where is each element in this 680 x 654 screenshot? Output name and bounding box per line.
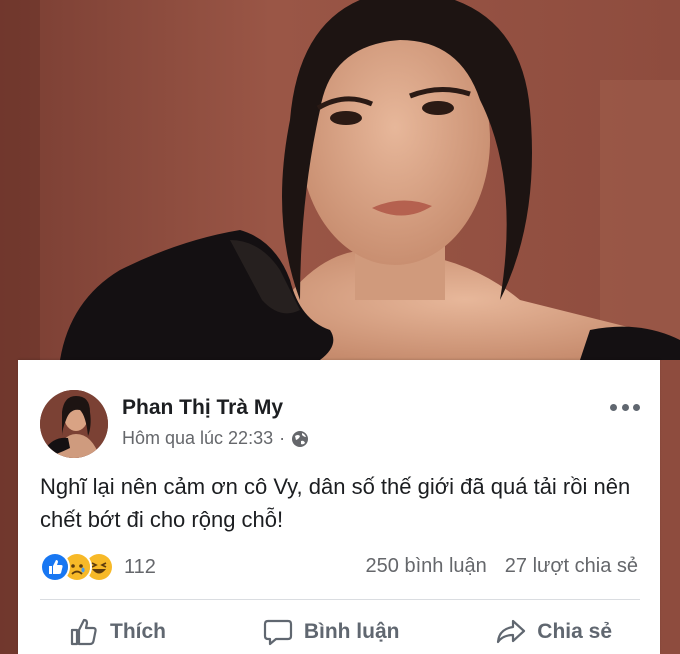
share-label: Chia sẻ [537, 620, 612, 643]
action-bar: Thích Bình luận Chia sẻ [40, 612, 640, 652]
globe-icon [292, 430, 309, 447]
like-button[interactable]: Thích [40, 616, 194, 648]
more-options-icon[interactable] [610, 402, 640, 412]
post-timestamp[interactable]: Hôm qua lúc 22:33 [122, 428, 273, 449]
divider [40, 599, 640, 600]
comment-label: Bình luận [303, 620, 400, 643]
reaction-summary[interactable]: 112 [40, 552, 156, 582]
comment-count[interactable]: 250 bình luận [366, 555, 487, 578]
meta-separator: · [279, 428, 286, 448]
like-icon [40, 552, 70, 582]
share-icon [497, 619, 526, 644]
author-name[interactable]: Phan Thị Trà My [122, 396, 283, 420]
comment-button[interactable]: Bình luận [234, 616, 428, 648]
post-stats: 250 bình luận 27 lượt chia sẻ [366, 555, 638, 578]
share-button[interactable]: Chia sẻ [467, 616, 640, 648]
avatar[interactable] [40, 390, 108, 458]
post-meta: Hôm qua lúc 22:33 · [122, 428, 309, 449]
thumbs-up-icon [70, 618, 97, 646]
reaction-count: 112 [124, 555, 156, 578]
post-text: Nghĩ lại nên cảm ơn cô Vy, dân số thế gi… [40, 474, 631, 532]
post-card: Phan Thị Trà My Hôm qua lúc 22:33 · Nghĩ… [18, 360, 660, 654]
share-count[interactable]: 27 lượt chia sẻ [505, 555, 638, 578]
comment-icon [263, 619, 292, 646]
like-label: Thích [110, 620, 166, 643]
